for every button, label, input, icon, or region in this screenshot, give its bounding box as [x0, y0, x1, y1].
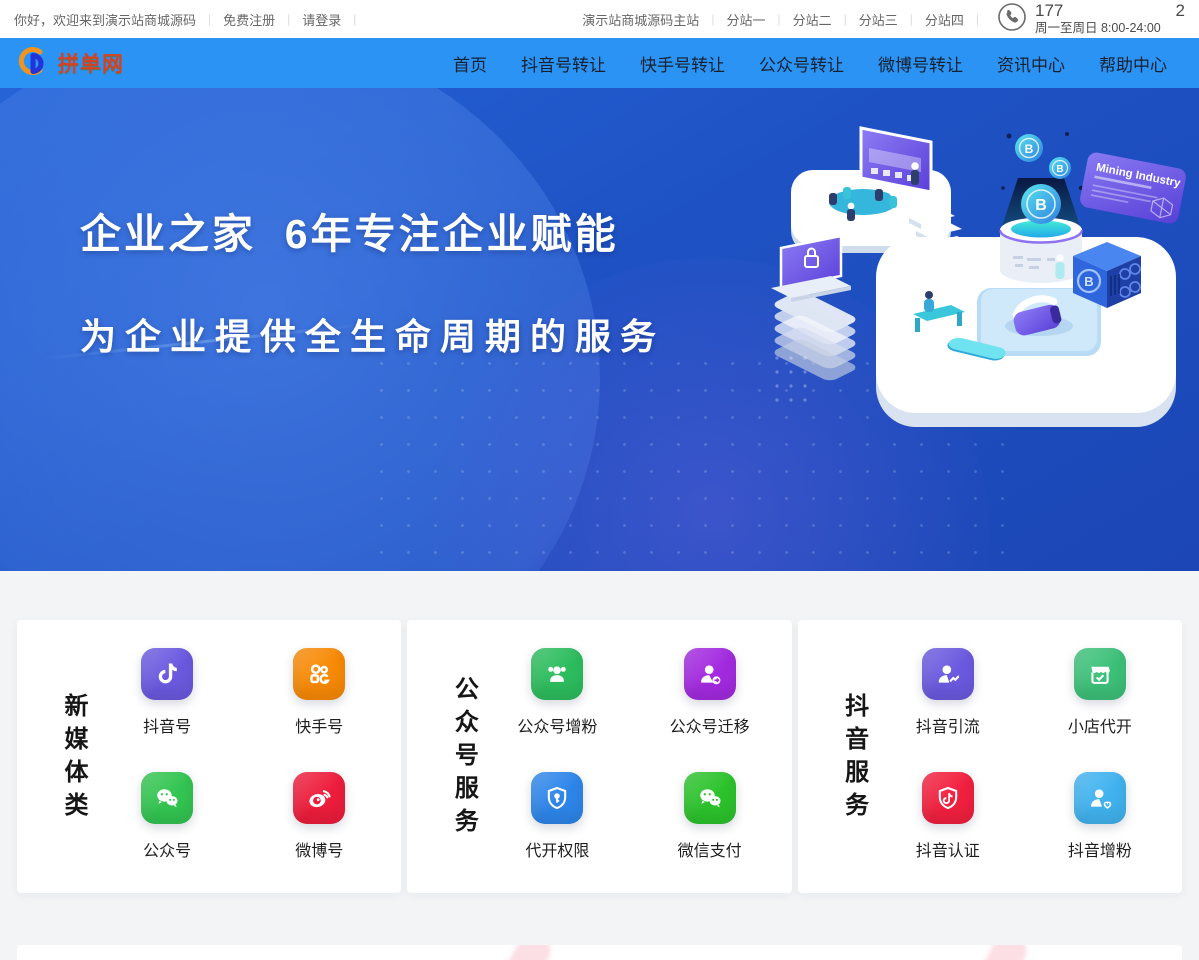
app-dy-verify[interactable]: 抖音认证 [916, 772, 980, 870]
category-card-douyin-service: 抖音服务 抖音引流 小店代开 抖音认证 [798, 620, 1182, 893]
substation-2-link[interactable]: 分站二 [793, 10, 832, 29]
shield-note-icon [922, 772, 974, 824]
app-oa-permission[interactable]: 代开权限 [525, 772, 589, 870]
logo-text: 拼单网 [58, 48, 124, 78]
app-label: 抖音认证 [916, 837, 980, 861]
login-link[interactable]: 请登录 [302, 10, 341, 29]
category-cards: 新媒体类 抖音号 快手号 公众号 [0, 620, 1199, 893]
wechat-icon [141, 772, 193, 824]
main-site-link[interactable]: 演示站商城源码主站 [582, 10, 699, 29]
app-weibo[interactable]: 微博号 [293, 772, 345, 870]
app-label: 公众号 [143, 837, 191, 861]
main-nav: 拼单网 首页 抖音号转让 快手号转让 公众号转让 微博号转让 资讯中心 帮助中心 [0, 38, 1199, 88]
wechat-pay-icon [684, 772, 736, 824]
migrate-person-icon [684, 648, 736, 700]
substation-3-link[interactable]: 分站三 [859, 10, 898, 29]
divider: | [208, 12, 211, 26]
app-label: 抖音增粉 [1068, 837, 1132, 861]
douyin-icon [141, 648, 193, 700]
app-label: 公众号迁移 [670, 713, 750, 737]
app-dy-traffic[interactable]: 抖音引流 [916, 648, 980, 746]
app-oa-fans[interactable]: 公众号增粉 [517, 648, 597, 746]
nav-menu: 首页 抖音号转让 快手号转让 公众号转让 微博号转让 资讯中心 帮助中心 [453, 51, 1183, 76]
app-douyin[interactable]: 抖音号 [141, 648, 193, 746]
next-section-panel [17, 945, 1182, 960]
app-label: 微信支付 [678, 837, 742, 861]
store-check-icon [1074, 648, 1126, 700]
nav-item-news-center[interactable]: 资讯中心 [997, 51, 1065, 76]
app-oa-migrate[interactable]: 公众号迁移 [670, 648, 750, 746]
app-label: 公众号增粉 [517, 713, 597, 737]
person-trend-icon [922, 648, 974, 700]
shield-key-icon [531, 772, 583, 824]
welcome-text: 你好，欢迎来到演示站商城源码 [14, 10, 196, 29]
weibo-icon [293, 772, 345, 824]
phone-number: 1772 [1035, 2, 1185, 21]
divider: | [353, 12, 356, 26]
pink-ribbon-decoration [484, 945, 556, 960]
logo-icon [16, 44, 50, 83]
app-dy-fans[interactable]: 抖音增粉 [1068, 772, 1132, 870]
service-phone: 1772 周一至周日 8:00-24:00 [997, 2, 1185, 35]
hero-title: 企业之家 6年专注企业赋能 [80, 200, 1199, 260]
nav-item-home[interactable]: 首页 [453, 51, 487, 76]
app-wechat-pay[interactable]: 微信支付 [678, 772, 742, 870]
hero-copy: 企业之家 6年专注企业赋能 为企业提供全生命周期的服务 [0, 88, 1199, 360]
site-logo[interactable]: 拼单网 [16, 44, 124, 83]
app-label: 代开权限 [525, 837, 589, 861]
divider: | [910, 12, 913, 26]
app-dy-store[interactable]: 小店代开 [1068, 648, 1132, 746]
app-label: 快手号 [295, 713, 343, 737]
divider: | [976, 12, 979, 26]
nav-item-weibo-transfer[interactable]: 微博号转让 [878, 51, 963, 76]
pink-ribbon-decoration [960, 945, 1032, 960]
service-hours: 周一至周日 8:00-24:00 [1035, 22, 1185, 36]
category-title: 新媒体类 [45, 693, 91, 825]
app-kuaishou[interactable]: 快手号 [293, 648, 345, 746]
divider: | [711, 12, 714, 26]
divider: | [287, 12, 290, 26]
nav-item-douyin-transfer[interactable]: 抖音号转让 [521, 51, 606, 76]
app-label: 小店代开 [1068, 713, 1132, 737]
fans-group-icon [531, 648, 583, 700]
register-link[interactable]: 免费注册 [223, 10, 275, 29]
app-label: 抖音引流 [916, 713, 980, 737]
category-card-new-media: 新媒体类 抖音号 快手号 公众号 [17, 620, 401, 893]
substation-4-link[interactable]: 分站四 [925, 10, 964, 29]
substation-1-link[interactable]: 分站一 [726, 10, 765, 29]
nav-item-kuaishou-transfer[interactable]: 快手号转让 [640, 51, 725, 76]
category-title: 抖音服务 [826, 693, 872, 825]
nav-item-help-center[interactable]: 帮助中心 [1099, 51, 1167, 76]
category-card-official-account: 公众号服务 公众号增粉 公众号迁移 代开权限 [407, 620, 791, 893]
hero-banner: 企业之家 6年专注企业赋能 为企业提供全生命周期的服务 [0, 88, 1199, 571]
hero-subtitle: 为企业提供全生命周期的服务 [80, 308, 1199, 360]
category-title: 公众号服务 [435, 676, 481, 841]
app-label: 抖音号 [143, 713, 191, 737]
app-wechat[interactable]: 公众号 [141, 772, 193, 870]
nav-item-wechat-transfer[interactable]: 公众号转让 [759, 51, 844, 76]
divider: | [777, 12, 780, 26]
top-utility-bar: 你好，欢迎来到演示站商城源码 | 免费注册 | 请登录 | 演示站商城源码主站 … [0, 0, 1199, 38]
divider: | [844, 12, 847, 26]
app-label: 微博号 [295, 837, 343, 861]
person-heart-icon [1074, 772, 1126, 824]
kuaishou-icon [293, 648, 345, 700]
phone-icon [997, 2, 1027, 32]
